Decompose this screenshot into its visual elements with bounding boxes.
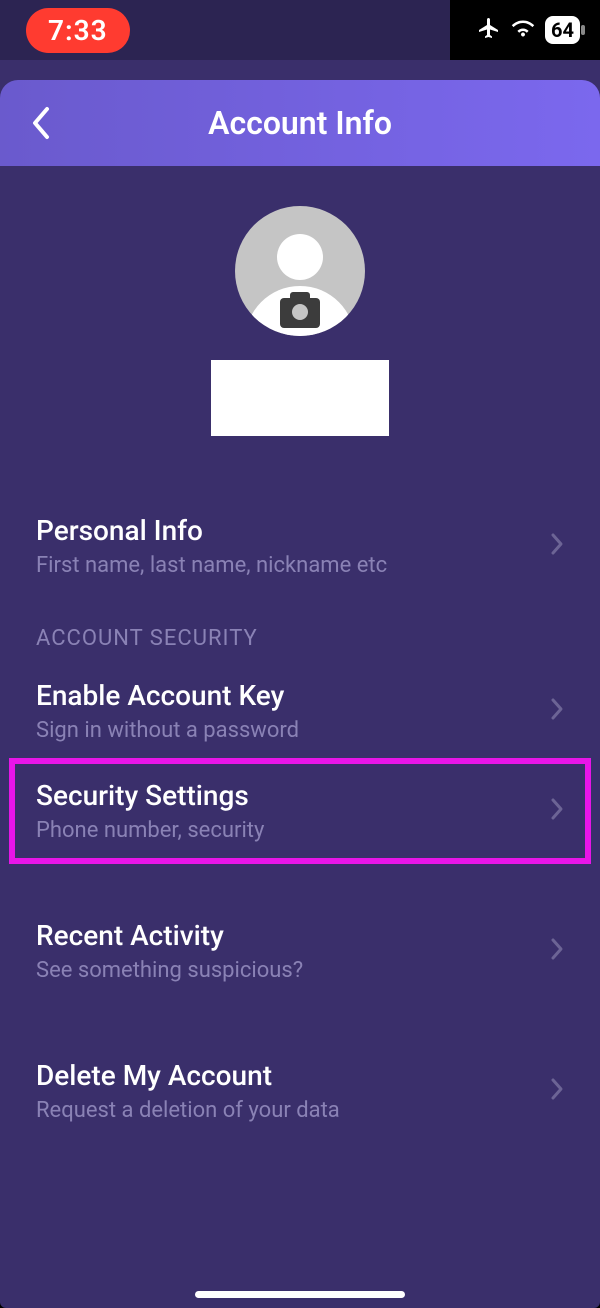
- wifi-icon: [511, 18, 535, 42]
- page-title: Account Info: [0, 104, 600, 142]
- content: Personal Info First name, last name, nic…: [0, 166, 600, 1141]
- chevron-right-icon: [550, 697, 564, 725]
- row-enable-account-key[interactable]: Enable Account Key Sign in without a pas…: [36, 661, 564, 761]
- row-subtitle: Phone number, security: [36, 818, 264, 843]
- chevron-right-icon: [550, 532, 564, 560]
- section-label-security: ACCOUNT SECURITY: [36, 626, 564, 651]
- row-title: Delete My Account: [36, 1059, 340, 1092]
- chevron-right-icon: [550, 1077, 564, 1105]
- row-subtitle: See something suspicious?: [36, 958, 303, 983]
- row-title: Security Settings: [36, 779, 264, 812]
- row-subtitle: Sign in without a password: [36, 718, 299, 743]
- name-field[interactable]: [211, 360, 389, 436]
- row-delete-account[interactable]: Delete My Account Request a deletion of …: [36, 1041, 564, 1141]
- airplane-icon: [477, 16, 501, 44]
- row-recent-activity[interactable]: Recent Activity See something suspicious…: [36, 901, 564, 1001]
- camera-icon: [280, 298, 320, 328]
- back-button[interactable]: [20, 103, 60, 143]
- chevron-right-icon: [550, 937, 564, 965]
- row-subtitle: Request a deletion of your data: [36, 1098, 340, 1123]
- row-personal-info[interactable]: Personal Info First name, last name, nic…: [36, 496, 564, 596]
- profile-section: [36, 206, 564, 436]
- header-bar: Account Info: [0, 80, 600, 166]
- row-title: Enable Account Key: [36, 679, 299, 712]
- status-time: 7:33: [26, 8, 130, 53]
- status-right: 64: [450, 0, 600, 60]
- row-security-settings[interactable]: Security Settings Phone number, security: [12, 761, 588, 861]
- row-title: Personal Info: [36, 514, 387, 547]
- row-subtitle: First name, last name, nickname etc: [36, 553, 387, 578]
- avatar[interactable]: [235, 206, 365, 336]
- screen: 7:33 64 Account Info: [0, 0, 600, 1308]
- row-title: Recent Activity: [36, 919, 303, 952]
- battery-indicator: 64: [545, 16, 580, 44]
- chevron-right-icon: [550, 797, 564, 825]
- home-indicator[interactable]: [195, 1291, 405, 1298]
